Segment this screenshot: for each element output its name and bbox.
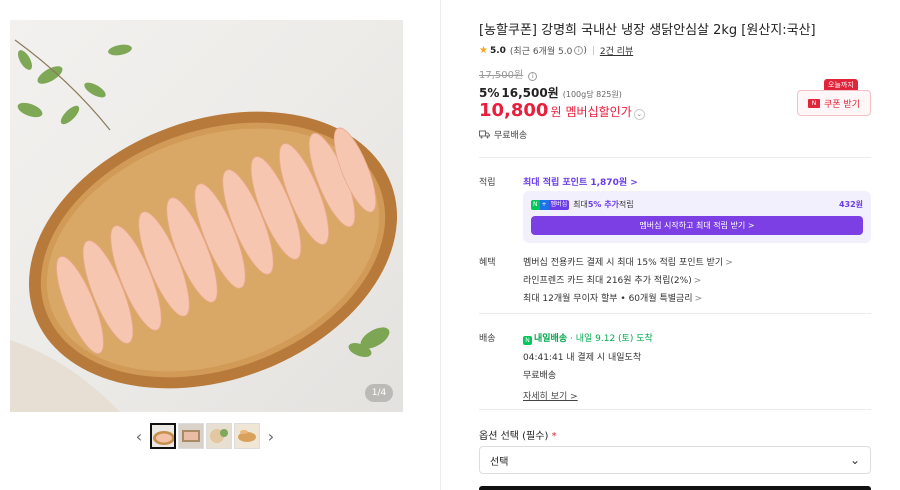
thumbnail-3[interactable] [206, 423, 232, 449]
chevron-down-icon[interactable]: ⌄ [633, 109, 645, 120]
thumbnail-2[interactable] [178, 423, 204, 449]
chevron-down-icon: ⌄ [849, 453, 860, 467]
thumbnail-strip: ‹ › [130, 423, 280, 449]
discount-percent: 5% [479, 86, 500, 100]
original-price-row: 17,500원 i [479, 66, 538, 81]
start-membership-button[interactable]: 멤버십 시작하고 최대 적립 받기 > [531, 216, 863, 235]
chevron-right-icon: > [694, 294, 703, 304]
member-price-currency: 원 [550, 105, 562, 119]
option-select-value: 선택 [490, 456, 509, 468]
delivery-detail-link[interactable]: 자세히 보기 > [523, 389, 871, 402]
rating-score: 5.0 [489, 45, 506, 56]
column-divider [440, 0, 441, 490]
rating-period-close: ) [583, 45, 587, 56]
delivery-label: 배송 [479, 334, 496, 344]
option-label: 옵션 선택 (필수) * [479, 431, 557, 442]
info-icon[interactable]: i [528, 72, 538, 81]
required-mark: * [551, 431, 557, 442]
extra-points-suffix: 적립 [618, 200, 634, 209]
extra-points-emph: 5% 추가 [587, 200, 619, 209]
rating-row: ★ 5.0 (최근 6개월 5.0 i ) 2건 리뷰 [479, 44, 633, 57]
member-price-row: 10,800 원 멤버십할인가 ⌄ [479, 100, 645, 121]
product-main-image[interactable]: 1/4 [10, 20, 403, 412]
shipping-fee: 무료배송 [494, 131, 528, 141]
membership-points-box: N + 멤버십 최대 5% 추가 적립 432원 멤버십 시작하고 최대 적립 … [523, 191, 871, 243]
extra-points-value: 432원 [838, 200, 863, 209]
tomorrow-delivery-label: 내일배송 [534, 334, 568, 344]
benefit-item[interactable]: 최대 12개월 무이자 할부 • 60개월 특별금리 > [523, 291, 871, 304]
divider [479, 157, 871, 158]
unit-price: (100g당 825원) [562, 90, 622, 99]
thumbnail-image [152, 425, 174, 447]
member-price: 10,800 [479, 100, 549, 121]
sale-price: 16,500원 [501, 86, 559, 100]
thumbnail-image [207, 424, 231, 448]
chevron-right-icon: > [725, 258, 733, 268]
product-info: [농할쿠폰] 강명희 국내산 냉장 생닭안심살 2kg [원산지:국산] ★ 5… [479, 0, 871, 490]
sale-price-row: 5% 16,500원 (100g당 825원) [479, 84, 622, 101]
product-gallery: 1/4 ‹ › [0, 0, 440, 490]
purchase-button-edge[interactable] [479, 486, 871, 490]
thumbnail-next-button[interactable]: › [262, 427, 280, 446]
tomorrow-delivery-icon: N [523, 336, 532, 345]
option-select[interactable]: 선택 ⌄ [479, 446, 871, 474]
original-price: 17,500원 [479, 70, 524, 81]
max-points-link[interactable]: 최대 적립 포인트 1,870원 > [523, 175, 871, 188]
thumbnail-image [235, 424, 259, 448]
thumbnail-4[interactable] [234, 423, 260, 449]
thumbnail-image [179, 424, 203, 448]
naver-plus-membership-badge: N + 멤버십 [531, 199, 570, 210]
member-price-label: 멤버십할인가 [565, 105, 632, 119]
image-counter: 1/4 [365, 384, 393, 402]
points-label: 적립 [479, 178, 496, 188]
divider [592, 46, 594, 55]
membership-extra-row: N + 멤버십 최대 5% 추가 적립 432원 [531, 199, 863, 210]
thumbnail-prev-button[interactable]: ‹ [130, 427, 148, 446]
naver-coupon-icon: N [808, 98, 820, 108]
thumbnail-1[interactable] [150, 423, 176, 449]
delivery-cutoff: 04:41:41 내 결제 시 내일도착 [523, 353, 642, 363]
extra-points-prefix: 최대 [573, 200, 588, 209]
divider [479, 409, 871, 410]
divider [479, 313, 871, 314]
points-section: 최대 적립 포인트 1,870원 > N + 멤버십 최대 5% 추가 적립 4… [523, 175, 871, 245]
rating-period: (최근 6개월 5.0 [509, 47, 573, 57]
coupon-download-button[interactable]: N 쿠폰 받기 [797, 90, 871, 116]
delivery-date: · 내일 9.12 (토) 도착 [567, 334, 653, 344]
shipping-row: 무료배송 [479, 128, 527, 141]
benefit-item[interactable]: 라인프렌즈 카드 최대 216원 추가 적립(2%) > [523, 273, 871, 286]
benefits-section: 멤버십 전용카드 결제 시 최대 15% 적립 포인트 받기 > 라인프렌즈 카드… [523, 255, 871, 309]
benefits-label: 혜택 [479, 258, 496, 268]
coupon-button-label: 쿠폰 받기 [824, 99, 860, 110]
chevron-right-icon: > [693, 276, 702, 286]
review-count-link[interactable]: 2건 리뷰 [600, 44, 633, 57]
truck-icon [479, 130, 490, 139]
benefit-item[interactable]: 멤버십 전용카드 결제 시 최대 15% 적립 포인트 받기 > [523, 255, 871, 268]
product-title: [농할쿠폰] 강명희 국내산 냉장 생닭안심살 2kg [원산지:국산] [479, 23, 816, 38]
chicken-tenderloin-photo [10, 39, 397, 412]
tomorrow-delivery-row: N 내일배송 · 내일 9.12 (토) 도착 [523, 331, 871, 345]
delivery-fee: 무료배송 [523, 371, 557, 381]
info-icon[interactable]: i [574, 46, 584, 55]
star-icon: ★ [479, 45, 488, 56]
delivery-section: N 내일배송 · 내일 9.12 (토) 도착 04:41:41 내 결제 시 내… [523, 331, 871, 402]
